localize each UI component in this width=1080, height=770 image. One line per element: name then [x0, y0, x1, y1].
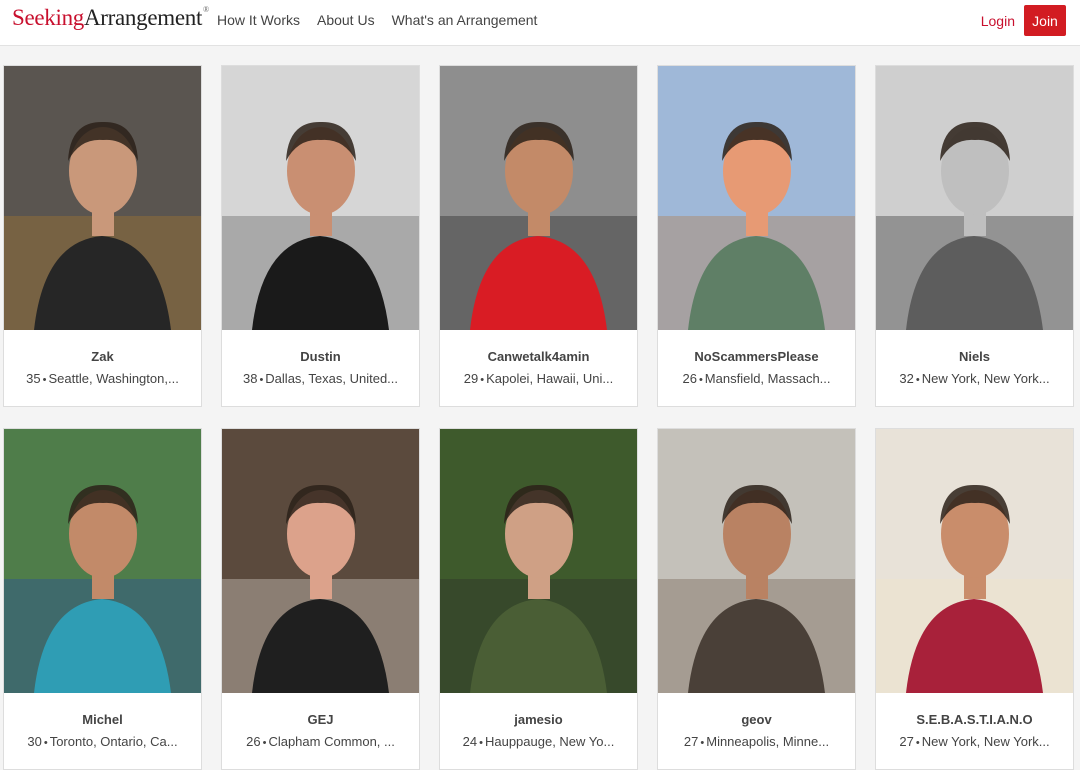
- profile-card[interactable]: Niels 32 • New York, New York...: [875, 65, 1074, 407]
- profile-info: Michel 30 • Toronto, Ontario, Ca...: [4, 693, 201, 749]
- separator-dot-icon: •: [698, 374, 703, 386]
- profile-card[interactable]: GEJ 26 • Clapham Common, ...: [221, 428, 420, 770]
- profile-card[interactable]: Zak 35 • Seattle, Washington,...: [3, 65, 202, 407]
- profile-name: S.E.B.A.S.T.I.A.N.O: [916, 712, 1033, 727]
- profile-card[interactable]: Dustin 38 • Dallas, Texas, United...: [221, 65, 420, 407]
- profile-name: GEJ: [307, 712, 334, 727]
- profile-photo[interactable]: [658, 66, 855, 330]
- logo-arrangement: Arrangement: [84, 5, 203, 30]
- profile-card[interactable]: S.E.B.A.S.T.I.A.N.O 27 • New York, New Yor…: [875, 428, 1074, 770]
- profile-meta: 27 • New York, New York...: [876, 734, 1073, 749]
- profile-age: 27: [899, 734, 914, 749]
- profile-card[interactable]: Michel 30 • Toronto, Ontario, Ca...: [3, 428, 202, 770]
- profile-age: 26: [246, 734, 261, 749]
- profile-name: Michel: [82, 712, 123, 727]
- profile-info: Canwetalk4amin 29 • Kapolei, Hawaii, Uni..…: [440, 330, 637, 386]
- profile-photo[interactable]: [222, 66, 419, 330]
- profile-photo[interactable]: [4, 429, 201, 693]
- profile-photo[interactable]: [222, 429, 419, 693]
- profile-meta: 24 • Hauppauge, New Yo...: [440, 734, 637, 749]
- profile-meta: 38 • Dallas, Texas, United...: [222, 371, 419, 386]
- profile-name: Canwetalk4amin: [487, 349, 590, 364]
- profile-photo[interactable]: [876, 66, 1073, 330]
- separator-dot-icon: •: [479, 737, 483, 749]
- separator-dot-icon: •: [259, 374, 264, 386]
- profile-info: NoScammersPlease 26 • Mansfield, Massach..…: [658, 330, 855, 386]
- profile-meta: 27 • Minneapolis, Minne...: [658, 734, 855, 749]
- site-logo[interactable]: SeekingArrangement®: [12, 5, 209, 31]
- profile-info: jamesio 24 • Hauppauge, New Yo...: [440, 693, 637, 749]
- separator-dot-icon: •: [42, 374, 47, 386]
- profile-location: Minneapolis, Minne...: [706, 734, 830, 749]
- profile-name: Niels: [958, 349, 991, 364]
- profile-location: Toronto, Ontario, Ca...: [49, 734, 178, 749]
- profile-photo[interactable]: [440, 429, 637, 693]
- profile-photo[interactable]: [440, 66, 637, 330]
- login-link[interactable]: Login: [981, 13, 1015, 29]
- profile-location: New York, New York...: [921, 734, 1050, 749]
- separator-dot-icon: •: [480, 374, 485, 386]
- profile-meta: 26 • Mansfield, Massach...: [658, 371, 855, 386]
- profile-meta: 30 • Toronto, Ontario, Ca...: [4, 734, 201, 749]
- profile-photo[interactable]: [658, 429, 855, 693]
- logo-seeking: Seeking: [12, 5, 84, 30]
- profile-meta: 26 • Clapham Common, ...: [222, 734, 419, 749]
- profile-location: Dallas, Texas, United...: [265, 371, 399, 386]
- profile-age: 26: [682, 371, 697, 386]
- profile-info: geov 27 • Minneapolis, Minne...: [658, 693, 855, 749]
- profile-photo[interactable]: [876, 429, 1073, 693]
- profile-info: S.E.B.A.S.T.I.A.N.O 27 • New York, New Yor…: [876, 693, 1073, 749]
- profile-card[interactable]: jamesio 24 • Hauppauge, New Yo...: [439, 428, 638, 770]
- profile-card[interactable]: Canwetalk4amin 29 • Kapolei, Hawaii, Uni..…: [439, 65, 638, 407]
- profile-location: Hauppauge, New Yo...: [484, 734, 615, 749]
- logo-registered-mark: ®: [203, 5, 209, 14]
- profile-name: Dustin: [300, 349, 341, 364]
- profile-info: Dustin 38 • Dallas, Texas, United...: [222, 330, 419, 386]
- separator-dot-icon: •: [915, 737, 920, 749]
- profile-meta: 32 • New York, New York...: [876, 371, 1073, 386]
- profile-meta: 29 • Kapolei, Hawaii, Uni...: [440, 371, 637, 386]
- profile-name: geov: [741, 712, 772, 727]
- profile-age: 27: [683, 734, 699, 749]
- profile-location: Seattle, Washington,...: [48, 371, 179, 386]
- separator-dot-icon: •: [43, 737, 48, 749]
- profile-age: 38: [242, 371, 258, 386]
- nav-whats-an-arrangement-link[interactable]: What's an Arrangement: [392, 12, 538, 28]
- profile-location: Kapolei, Hawaii, Uni...: [486, 371, 614, 386]
- profile-info: Niels 32 • New York, New York...: [876, 330, 1073, 386]
- profile-age: 32: [899, 371, 914, 386]
- profile-location: Clapham Common, ...: [268, 734, 395, 749]
- profile-photo[interactable]: [4, 66, 201, 330]
- profile-card[interactable]: geov 27 • Minneapolis, Minne...: [657, 428, 856, 770]
- main-nav: How It Works About Us What's an Arrangem…: [217, 12, 537, 28]
- profile-name: NoScammersPlease: [694, 349, 819, 364]
- profile-card[interactable]: NoScammersPlease 26 • Mansfield, Massach..…: [657, 65, 856, 407]
- profile-info: GEJ 26 • Clapham Common, ...: [222, 693, 419, 749]
- separator-dot-icon: •: [915, 374, 920, 386]
- profile-info: Zak 35 • Seattle, Washington,...: [4, 330, 201, 386]
- profile-name: Zak: [91, 349, 114, 364]
- nav-how-it-works-link[interactable]: How It Works: [217, 12, 300, 28]
- join-button[interactable]: Join: [1024, 5, 1066, 36]
- profile-age: 29: [463, 371, 479, 386]
- top-navbar: SeekingArrangement® How It Works About U…: [0, 0, 1080, 46]
- separator-dot-icon: •: [262, 737, 267, 749]
- profile-age: 30: [27, 734, 42, 749]
- nav-about-us-link[interactable]: About Us: [317, 12, 375, 28]
- profile-age: 35: [26, 371, 41, 386]
- profile-grid: Zak 35 • Seattle, Washington,... Dustin 38…: [3, 65, 1074, 770]
- profile-meta: 35 • Seattle, Washington,...: [4, 371, 201, 386]
- separator-dot-icon: •: [700, 737, 705, 749]
- profile-name: jamesio: [514, 712, 563, 727]
- profile-location: Mansfield, Massach...: [704, 371, 831, 386]
- profile-age: 24: [462, 734, 478, 749]
- profile-location: New York, New York...: [921, 371, 1050, 386]
